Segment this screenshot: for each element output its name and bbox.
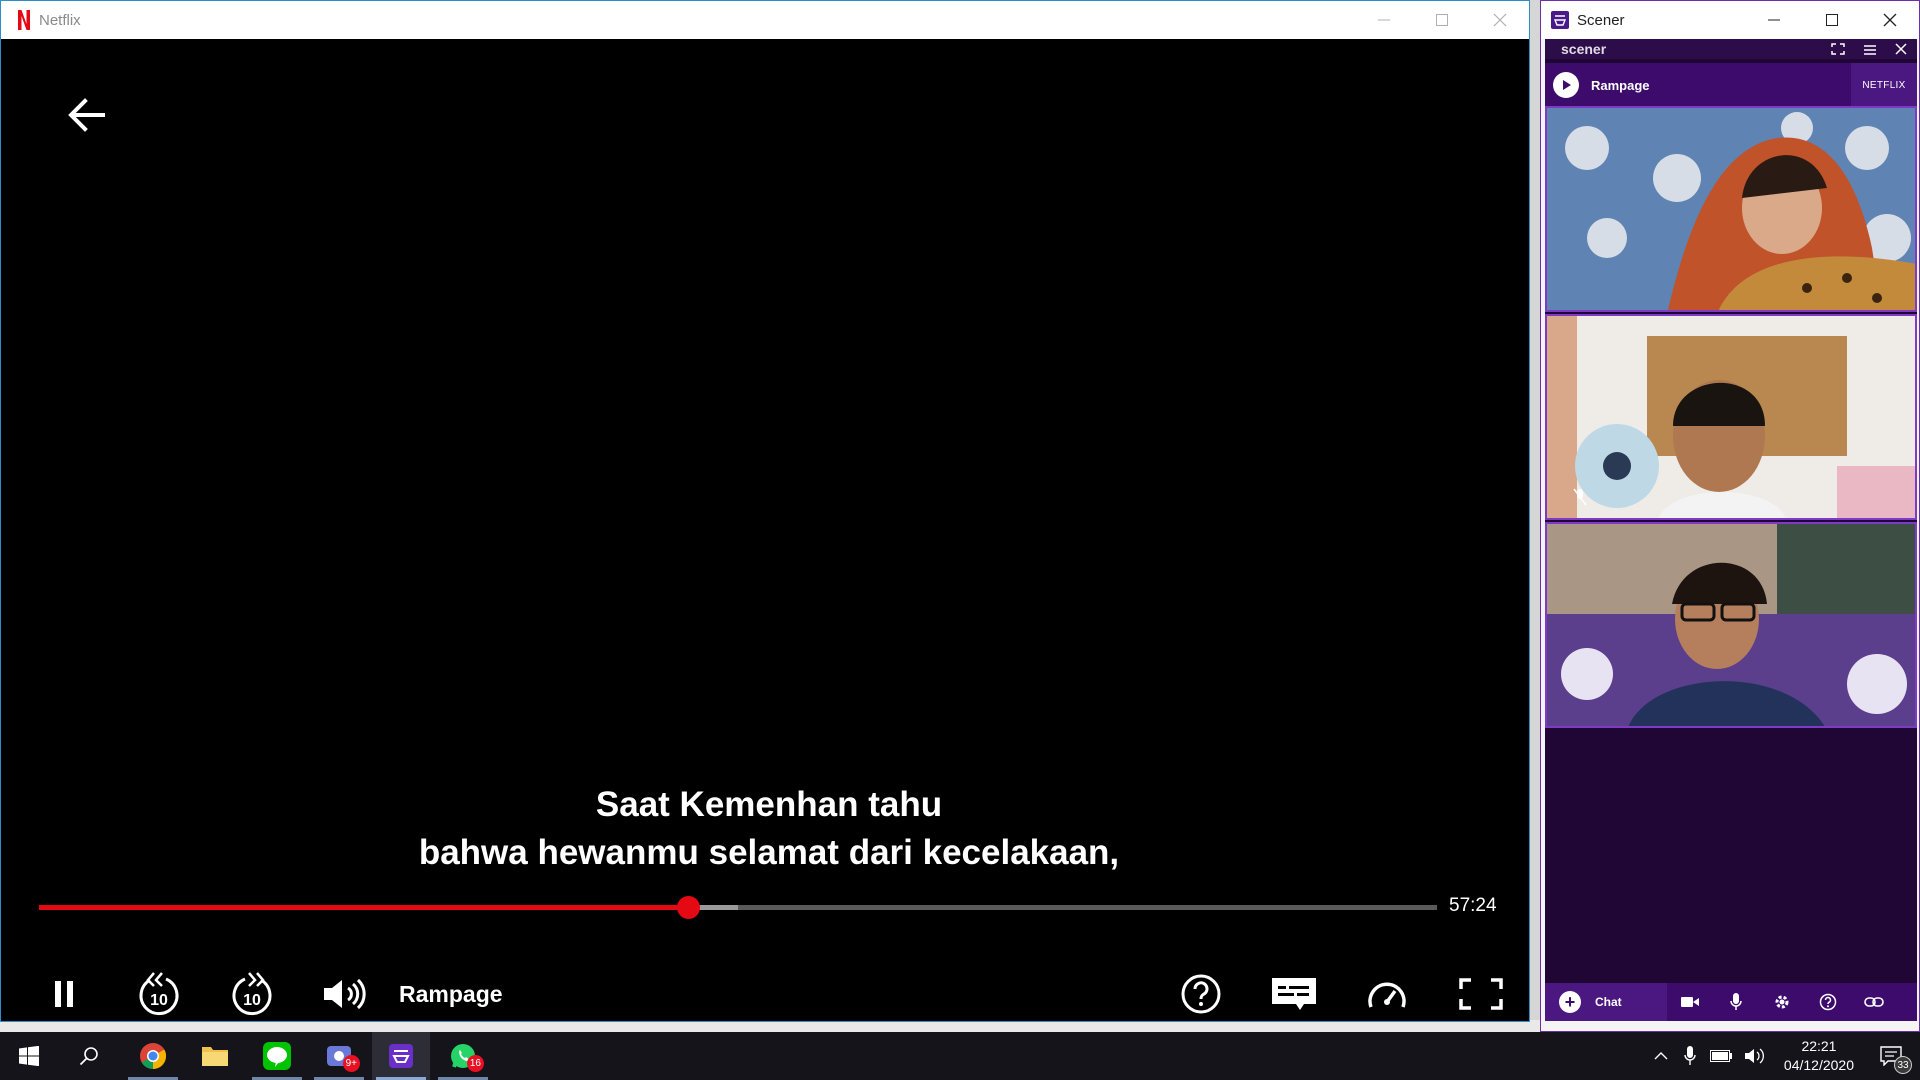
scener-header: scener — [1545, 39, 1917, 59]
scener-toolbar: + Chat — [1545, 983, 1917, 1021]
subtitle-caption: Saat Kemenhan tahu bahwa hewanmu selamat… — [9, 781, 1529, 877]
netflix-logo-icon — [17, 10, 31, 30]
search-icon[interactable] — [60, 1032, 118, 1080]
close-panel-icon[interactable] — [1895, 43, 1907, 55]
microphone-icon[interactable] — [1713, 983, 1759, 1021]
microphone-tray-icon[interactable] — [1684, 1046, 1696, 1066]
maximize-button[interactable] — [1803, 1, 1861, 39]
scener-panel: scener Rampage NETFLIX + Chat — [1545, 39, 1917, 1021]
volume-tray-icon[interactable] — [1744, 1047, 1766, 1065]
skip-forward-10-icon[interactable]: 10 — [212, 959, 292, 1029]
muted-mic-icon — [1573, 488, 1587, 506]
link-icon[interactable] — [1851, 983, 1897, 1021]
system-clock[interactable]: 22:21 04/12/2020 — [1784, 1037, 1854, 1075]
pause-icon[interactable] — [29, 959, 99, 1029]
chat-label: Chat — [1595, 995, 1622, 1009]
whatsapp-badge: 16 — [466, 1055, 484, 1072]
video-player[interactable]: Saat Kemenhan tahu bahwa hewanmu selamat… — [9, 39, 1529, 1021]
play-icon[interactable] — [1553, 72, 1579, 98]
chrome-icon[interactable] — [124, 1032, 182, 1080]
fullscreen-icon[interactable] — [1441, 959, 1521, 1029]
scrubber-handle[interactable] — [676, 896, 700, 919]
now-playing-bar: Rampage NETFLIX — [1545, 63, 1917, 107]
participant-video-frame — [1547, 316, 1915, 518]
chevron-up-icon[interactable] — [1654, 1051, 1668, 1061]
participant-video[interactable] — [1545, 522, 1917, 728]
help-icon[interactable] — [1161, 959, 1241, 1029]
playback-speed-icon[interactable] — [1347, 959, 1427, 1029]
scener-logo-icon — [1551, 11, 1569, 29]
system-tray: 22:21 04/12/2020 33 — [1654, 1032, 1920, 1080]
progress-bar[interactable] — [39, 896, 1437, 919]
video-call-badge: 9+ — [342, 1055, 360, 1072]
participant-video-frame — [1547, 108, 1915, 310]
scener-titlebar[interactable]: Scener — [1541, 1, 1919, 39]
volume-icon[interactable] — [309, 959, 379, 1029]
battery-icon[interactable] — [1709, 1050, 1732, 1062]
service-badge[interactable]: NETFLIX — [1851, 63, 1917, 107]
scener-brand: scener — [1561, 41, 1607, 57]
scener-window-title: Scener — [1577, 11, 1625, 29]
file-explorer-icon[interactable] — [186, 1032, 244, 1080]
settings-gear-icon[interactable] — [1759, 983, 1805, 1021]
netflix-titlebar[interactable]: Netflix — [1, 1, 1529, 39]
played-bar — [39, 905, 688, 910]
notification-count-badge: 33 — [1894, 1056, 1912, 1074]
windows-taskbar: 9+ 16 22:21 04/12/2020 33 — [0, 1032, 1920, 1080]
close-button[interactable] — [1861, 1, 1919, 39]
netflix-window-title: Netflix — [39, 11, 81, 29]
movie-title: Rampage — [399, 981, 503, 1007]
minimize-button[interactable] — [1745, 1, 1803, 39]
clock-date: 04/12/2020 — [1783, 1057, 1854, 1073]
camera-icon[interactable] — [1667, 983, 1713, 1021]
windows-start-icon[interactable] — [0, 1032, 58, 1080]
player-controls: 10 10 Rampage — [9, 959, 1529, 1039]
scener-taskbar-icon[interactable] — [372, 1032, 430, 1080]
video-call-app-icon[interactable]: 9+ — [310, 1032, 368, 1080]
notifications-icon[interactable]: 33 — [1868, 1032, 1914, 1080]
now-playing-title: Rampage — [1591, 77, 1650, 93]
participant-video-frame — [1547, 524, 1915, 726]
line-app-icon[interactable] — [248, 1032, 306, 1080]
subtitle-line: bahwa hewanmu selamat dari kecelakaan, — [418, 833, 1120, 872]
expand-icon[interactable] — [1831, 43, 1845, 55]
help-icon[interactable] — [1805, 983, 1851, 1021]
participant-video[interactable] — [1545, 106, 1917, 312]
netflix-window: Netflix Saat Kemenhan tahu bahwa hewanmu… — [0, 0, 1530, 1022]
skip-forward-label: 10 — [243, 992, 261, 1009]
whatsapp-icon[interactable]: 16 — [434, 1032, 492, 1080]
back-arrow-icon[interactable] — [59, 87, 115, 143]
chat-button[interactable]: + Chat — [1545, 983, 1667, 1021]
plus-icon: + — [1559, 991, 1581, 1013]
menu-icon[interactable] — [1863, 43, 1877, 55]
subtitle-line: Saat Kemenhan tahu — [595, 785, 943, 824]
time-remaining: 57:24 — [1449, 895, 1497, 916]
participant-video[interactable] — [1545, 314, 1917, 520]
close-button[interactable] — [1471, 1, 1529, 39]
skip-back-label: 10 — [150, 992, 168, 1009]
maximize-button[interactable] — [1413, 1, 1471, 39]
skip-back-10-icon[interactable]: 10 — [119, 959, 199, 1029]
subtitles-icon[interactable] — [1254, 959, 1334, 1029]
clock-time: 22:21 — [1801, 1038, 1837, 1054]
minimize-button[interactable] — [1355, 1, 1413, 39]
scener-window: Scener scener Rampage NETFLIX + Chat — [1540, 0, 1920, 1032]
